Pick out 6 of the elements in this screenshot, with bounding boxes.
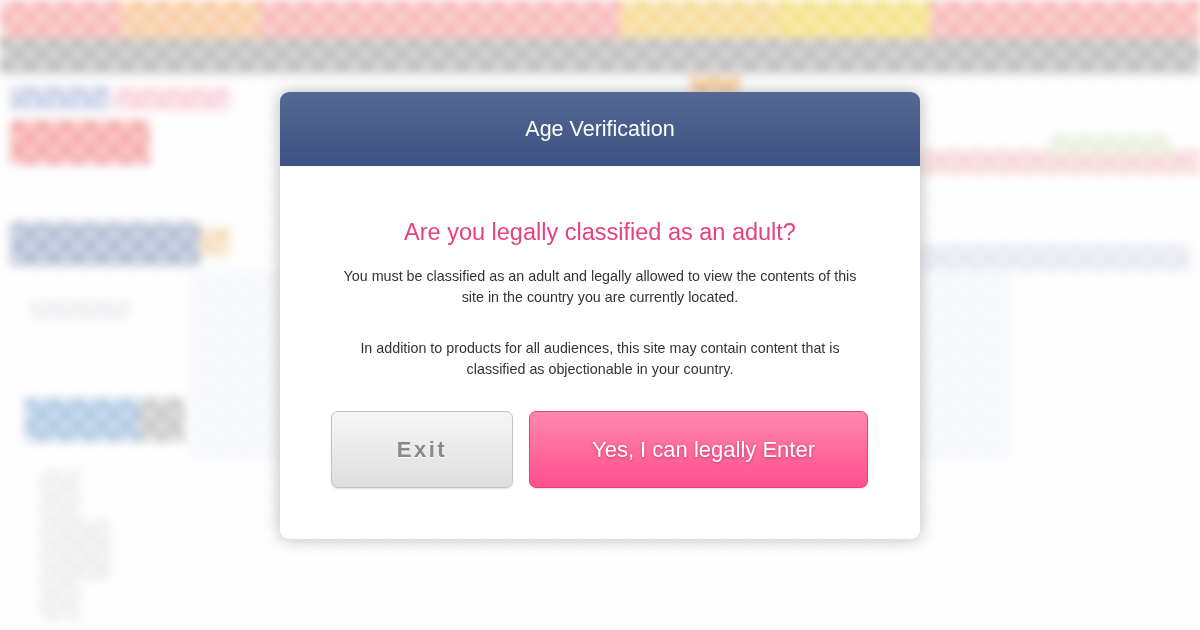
dialog-text: You must be classified as an adult and legally allowed to view the contents of this site in the country you are currently located. [342, 267, 858, 307]
dialog-heading: Are you legally classified as an adult? [404, 218, 796, 246]
exit-button[interactable]: Exit [331, 411, 513, 488]
dialog-title: Age Verification [525, 116, 675, 142]
enter-button[interactable]: Yes, I can legally Enter [529, 411, 868, 488]
dialog-text: In addition to products for all audiences, this site may contain content that is classified as objectionable in your country. [359, 339, 841, 379]
